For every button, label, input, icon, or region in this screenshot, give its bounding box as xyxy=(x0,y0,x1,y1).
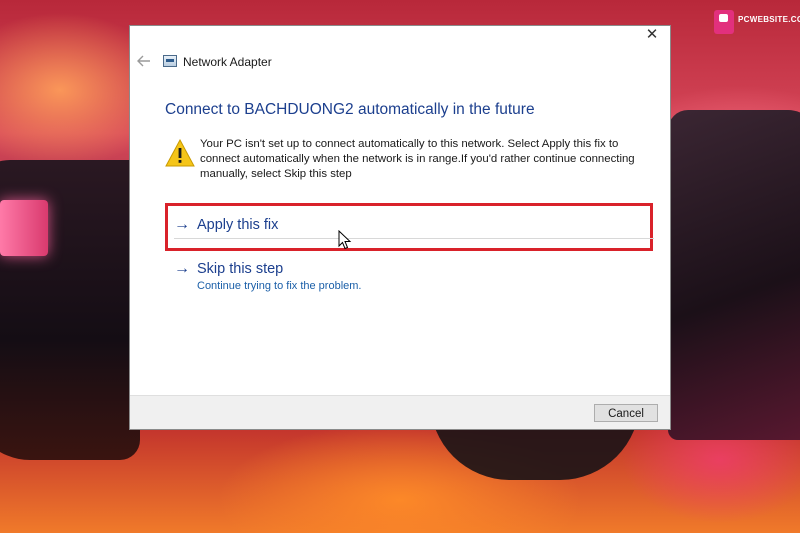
watermark-logo: PCWEBSITE.COM xyxy=(714,10,800,36)
dialog-title: Network Adapter xyxy=(183,55,272,69)
arrow-right-icon: → xyxy=(174,260,190,277)
dialog-heading: Connect to BACHDUONG2 automatically in t… xyxy=(165,101,535,118)
cancel-button[interactable]: Cancel xyxy=(594,404,658,422)
wallpaper-car-taillight xyxy=(0,200,48,256)
network-adapter-dialog: ✕ Network Adapter Connect to BACHDUONG2 … xyxy=(129,25,671,430)
skip-step-label[interactable]: Skip this step xyxy=(197,260,283,278)
warning-message: Your PC isn't set up to connect automati… xyxy=(200,138,635,180)
close-button[interactable]: ✕ xyxy=(642,26,662,44)
logo-text: PCWEBSITE.COM xyxy=(738,15,800,24)
skip-step-description: Continue trying to fix the problem. xyxy=(197,280,362,292)
dialog-footer: Cancel xyxy=(130,395,670,429)
network-adapter-icon xyxy=(163,55,177,67)
logo-mark-icon xyxy=(714,10,734,34)
wallpaper-car-right xyxy=(668,110,800,440)
apply-fix-label[interactable]: Apply this fix xyxy=(197,216,278,234)
back-arrow-icon[interactable] xyxy=(136,54,152,70)
arrow-right-icon: → xyxy=(174,216,190,233)
option-hover-line xyxy=(174,238,654,239)
warning-icon xyxy=(165,139,195,167)
mouse-cursor-icon xyxy=(338,230,352,250)
